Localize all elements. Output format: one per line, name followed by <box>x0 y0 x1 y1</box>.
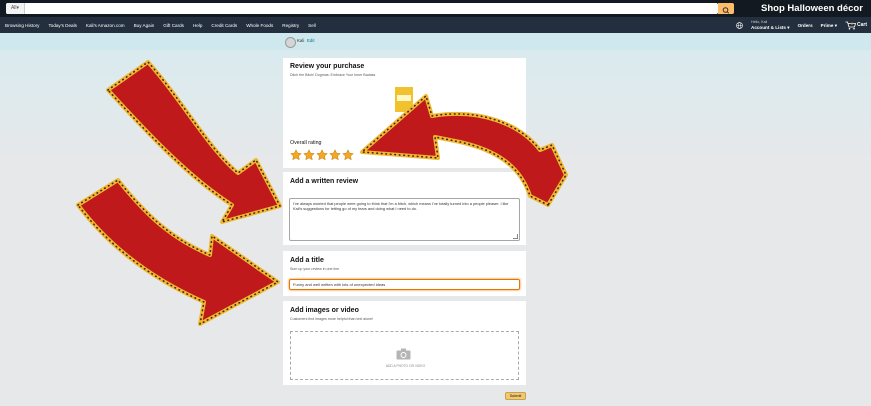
annotation-arrows <box>76 60 568 326</box>
arrow-2-icon <box>360 94 568 207</box>
